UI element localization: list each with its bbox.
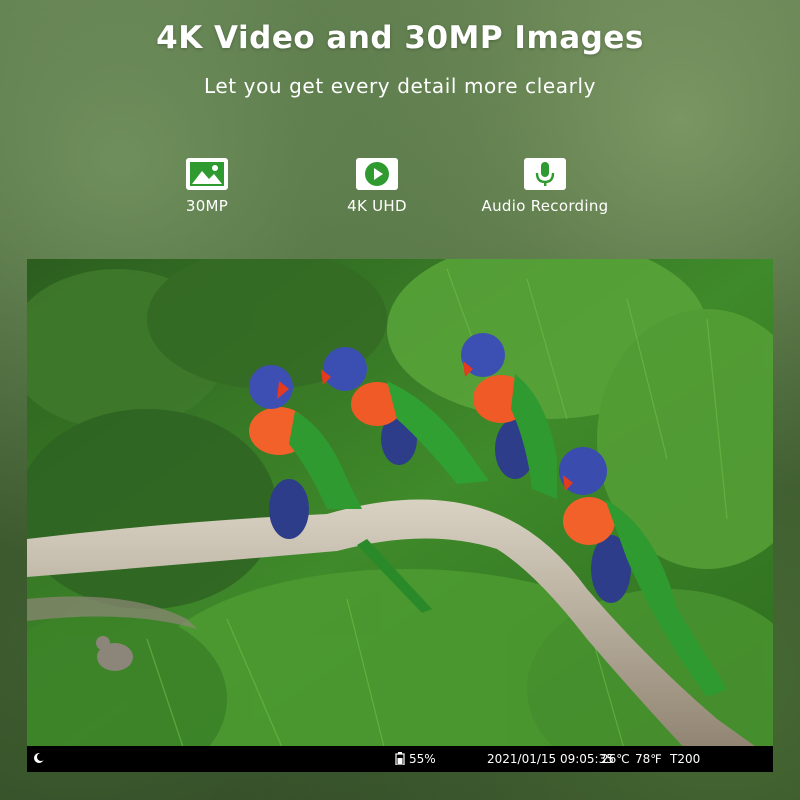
play-icon [356,158,398,190]
battery-level: 55% [409,752,436,766]
timestamp: 2021/01/15 09:05:35 [487,752,614,766]
temperature-fahrenheit: 78℉ [635,752,662,766]
camera-status-bar: 55% 2021/01/15 09:05:35 26℃ 78℉ T200 [27,746,773,772]
temperature-celsius: 26℃ [601,752,630,766]
feature-label: Audio Recording [481,197,609,215]
feature-4k-uhd: 4K UHD [292,158,462,215]
feature-30mp: 30MP [122,158,292,215]
headline: 4K Video and 30MP Images [156,20,644,56]
image-icon [186,158,228,190]
feature-label: 4K UHD [347,197,407,215]
camera-id: T200 [670,752,701,766]
feature-audio-recording: Audio Recording [460,158,630,215]
battery-icon [395,752,405,768]
night-mode-icon [33,752,45,767]
sample-photo [27,259,773,772]
subline: Let you get every detail more clearly [203,74,597,98]
microphone-icon [524,158,566,190]
feature-label: 30MP [185,197,229,215]
